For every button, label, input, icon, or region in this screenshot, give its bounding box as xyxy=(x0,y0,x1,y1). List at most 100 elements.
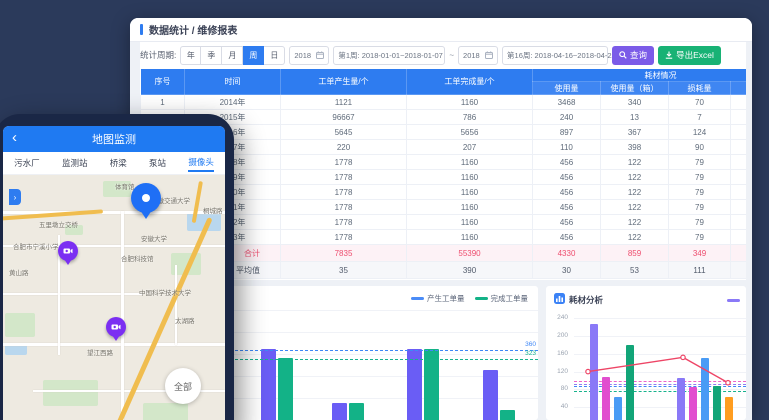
map-view[interactable]: › 全部 体育馆安徽交通大学桐城路五里墩立交桥安徽大学合肥市宁溪小学合肥科技馆黄… xyxy=(3,175,225,420)
year-to-value: 2018 xyxy=(463,51,480,60)
period-option-年[interactable]: 年 xyxy=(180,46,201,65)
phone-tab-污水厂[interactable]: 污水厂 xyxy=(14,155,40,171)
bar-产生工单量[interactable] xyxy=(483,370,498,420)
table-cell: 367 xyxy=(601,125,669,140)
phone-title: 地图监测 xyxy=(92,131,136,147)
period-option-季[interactable]: 季 xyxy=(201,46,222,65)
legend-label: 产生工单量 xyxy=(427,293,465,304)
period-option-日[interactable]: 日 xyxy=(264,46,285,65)
reference-line xyxy=(574,381,746,382)
chart-gridline xyxy=(574,372,746,373)
table-cell: 456 xyxy=(533,215,601,230)
legend-swatch xyxy=(475,297,488,300)
map-place-label: 中国科学技术大学 xyxy=(139,287,191,297)
map-park xyxy=(43,380,98,406)
consumable-bar[interactable] xyxy=(725,397,733,420)
table-cell: 5656 xyxy=(407,125,533,140)
export-excel-button[interactable]: 导出Excel xyxy=(658,46,721,65)
legend-item[interactable]: 产生工单量 xyxy=(411,293,465,304)
search-button-label: 查询 xyxy=(630,49,647,61)
table-cell: 67 xyxy=(731,200,747,215)
screenshot-stage: 数据统计 / 维修报表 统计周期: 年季月周日 2018 第1周: 2018-0… xyxy=(0,0,769,420)
phone-tab-bar: 污水厂 监测站 桥梁 泵站 摄像头 xyxy=(3,152,225,175)
total-cell: 7835 xyxy=(281,245,407,262)
map-place-label: 五里墩立交桥 xyxy=(39,219,78,229)
map-road xyxy=(175,265,177,345)
table-cell: 7 xyxy=(669,110,731,125)
map-expand-button[interactable]: › xyxy=(9,189,21,205)
table-cell: 1778 xyxy=(281,215,407,230)
table-cell: 250 xyxy=(731,95,747,110)
consumable-bar[interactable] xyxy=(614,397,622,420)
table-cell: 79 xyxy=(669,185,731,200)
period-option-月[interactable]: 月 xyxy=(222,46,243,65)
table-cell: 79 xyxy=(669,215,731,230)
chart-gridline xyxy=(574,318,746,319)
consumable-bar[interactable] xyxy=(713,386,721,420)
table-cell: 67 xyxy=(731,170,747,185)
week-to-input[interactable]: 第16周: 2018-04-16~2018-04-22 xyxy=(502,46,608,65)
consumable-bar[interactable] xyxy=(602,377,610,420)
back-icon[interactable]: ‹ xyxy=(12,128,17,148)
table-cell: 90 xyxy=(669,140,731,155)
map-all-button[interactable]: 全部 xyxy=(165,368,201,404)
filter-toolbar: 统计周期: 年季月周日 2018 第1周: 2018-01-01~2018-01… xyxy=(140,42,746,68)
table-cell: 79 xyxy=(669,155,731,170)
year-from-select[interactable]: 2018 xyxy=(289,46,329,65)
table-cell: 1160 xyxy=(407,155,533,170)
camera-marker-icon[interactable] xyxy=(58,241,78,261)
legend-swatch xyxy=(727,299,740,302)
consumables-chart-panel: 耗材分析2402001601208040 xyxy=(546,286,746,420)
week-from-input[interactable]: 第1周: 2018-01-01~2018-01-07 xyxy=(333,46,445,65)
phone-tab-泵站[interactable]: 泵站 xyxy=(149,155,166,171)
phone-tab-桥梁[interactable]: 桥梁 xyxy=(110,155,127,171)
total-cell: 4330 xyxy=(533,245,601,262)
bar-完成工单量[interactable] xyxy=(500,410,515,420)
table-cell: 456 xyxy=(533,230,601,245)
chevron-right-icon: › xyxy=(14,193,17,202)
table-cell: 1160 xyxy=(407,230,533,245)
map-road xyxy=(3,343,225,346)
calendar-icon xyxy=(485,51,493,59)
consumable-bar[interactable] xyxy=(626,345,634,420)
legend-item[interactable]: 完成工单量 xyxy=(475,293,529,304)
table-cell: 79 xyxy=(669,200,731,215)
column-header: 工单产生量/个 xyxy=(281,69,407,95)
period-option-周[interactable]: 周 xyxy=(243,46,264,65)
search-button[interactable]: 查询 xyxy=(612,46,654,65)
chart-title: 耗材分析 xyxy=(569,294,723,306)
range-separator: ~ xyxy=(449,51,454,60)
table-cell: 79 xyxy=(669,170,731,185)
table-cell: 456 xyxy=(533,170,601,185)
map-place-label: 望江西路 xyxy=(87,347,113,357)
table-cell: 207 xyxy=(407,140,533,155)
phone-tab-监测站[interactable]: 监测站 xyxy=(62,155,88,171)
table-cell: 124 xyxy=(669,125,731,140)
calendar-icon xyxy=(316,51,324,59)
bar-完成工单量[interactable] xyxy=(349,403,364,420)
sub-column-header: 使用量 xyxy=(533,82,601,95)
consumable-bar[interactable] xyxy=(590,324,598,420)
chart-icon xyxy=(554,291,565,309)
consumable-bar[interactable] xyxy=(701,358,709,420)
y-axis-tick: 200 xyxy=(546,332,568,339)
y-axis-tick: 240 xyxy=(546,314,568,321)
table-cell: 1160 xyxy=(407,95,533,110)
group-column-header: 耗材情况 xyxy=(533,69,747,82)
table-cell: 1778 xyxy=(281,185,407,200)
bar-完成工单量[interactable] xyxy=(278,358,293,420)
bar-产生工单量[interactable] xyxy=(332,403,347,420)
year-to-select[interactable]: 2018 xyxy=(458,46,498,65)
table-cell: 122 xyxy=(601,200,669,215)
map-place-label: 合肥科技馆 xyxy=(121,253,154,263)
table-cell: 3468 xyxy=(533,95,601,110)
consumable-bar[interactable] xyxy=(677,378,685,420)
table-cell: 67 xyxy=(731,230,747,245)
table-cell: 79 xyxy=(669,230,731,245)
table-cell: 96667 xyxy=(281,110,407,125)
location-pin-icon[interactable] xyxy=(131,183,161,213)
phone-tab-摄像头[interactable]: 摄像头 xyxy=(188,154,214,172)
camera-marker-icon[interactable] xyxy=(106,317,126,337)
consumable-bar[interactable] xyxy=(689,387,697,420)
table-cell: 456 xyxy=(533,155,601,170)
